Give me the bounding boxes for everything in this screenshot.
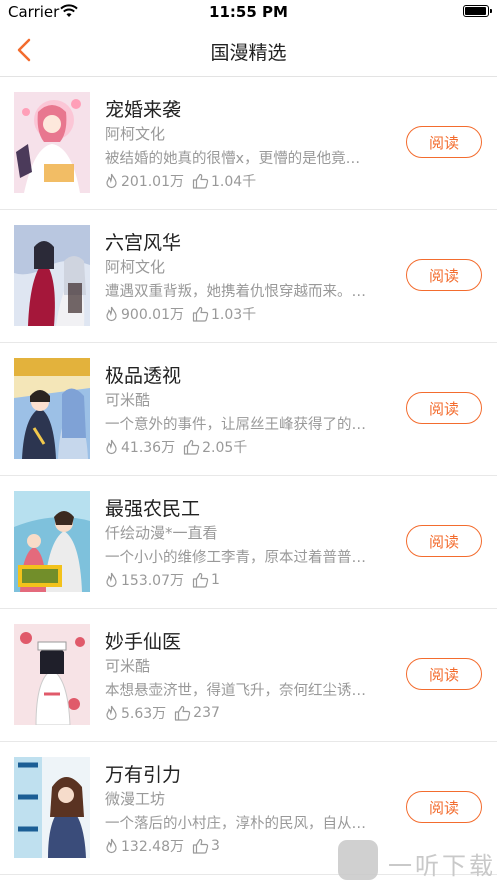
flame-icon bbox=[106, 439, 117, 455]
thumbs-up-icon bbox=[183, 439, 200, 455]
comic-cover[interactable] bbox=[14, 225, 90, 326]
comic-stats: 153.07万 1 bbox=[104, 570, 228, 590]
read-button[interactable]: 阅读 bbox=[406, 791, 482, 823]
comic-author: 可米酷 bbox=[105, 391, 151, 409]
comic-author: 可米酷 bbox=[105, 657, 151, 675]
like-stat: 3 bbox=[192, 838, 220, 854]
like-stat: 1.03千 bbox=[192, 304, 256, 324]
comic-author: 阿柯文化 bbox=[105, 258, 166, 276]
heat-stat: 41.36万 bbox=[104, 437, 175, 457]
list-item[interactable]: 最强农民工 仟绘动漫*一直看 一个小小的维修工李青，原本过着普普… 153.07… bbox=[0, 476, 497, 609]
read-button[interactable]: 阅读 bbox=[406, 259, 482, 291]
watermark: 一听下载 bbox=[336, 838, 496, 883]
comic-cover[interactable] bbox=[14, 624, 90, 725]
navigation-bar: 国漫精选 bbox=[0, 24, 497, 77]
comic-title[interactable]: 六宫风华 bbox=[105, 228, 181, 255]
comic-title[interactable]: 妙手仙医 bbox=[105, 627, 181, 654]
flame-icon bbox=[106, 705, 117, 721]
thumbs-up-icon bbox=[192, 838, 209, 854]
comic-list: 宠婚来袭 阿柯文化 被结婚的她真的很懵x，更懵的是他竟… 201.01万 1.0… bbox=[0, 77, 497, 875]
thumbs-up-icon bbox=[192, 173, 209, 189]
battery-icon bbox=[463, 5, 492, 17]
heat-count: 132.48万 bbox=[121, 839, 184, 855]
flame-icon bbox=[106, 306, 117, 322]
read-button[interactable]: 阅读 bbox=[406, 392, 482, 424]
comic-author: 仟绘动漫*一直看 bbox=[105, 524, 218, 542]
comic-cover[interactable] bbox=[14, 358, 90, 459]
list-item[interactable]: 极品透视 可米酷 一个意外的事件，让屌丝王峰获得了的… 41.36万 2.05千… bbox=[0, 343, 497, 476]
flame-icon bbox=[106, 572, 117, 588]
heat-count: 41.36万 bbox=[121, 440, 176, 456]
heat-count: 900.01万 bbox=[121, 307, 184, 323]
comic-stats: 900.01万 1.03千 bbox=[104, 304, 264, 324]
page-title: 国漫精选 bbox=[210, 42, 287, 64]
like-count: 2.05千 bbox=[202, 440, 248, 456]
read-button[interactable]: 阅读 bbox=[406, 525, 482, 557]
comic-stats: 201.01万 1.04千 bbox=[104, 171, 264, 191]
battery-level bbox=[465, 7, 486, 15]
clock: 11:55 PM bbox=[209, 3, 288, 21]
heat-count: 5.63万 bbox=[121, 706, 167, 722]
heat-stat: 153.07万 bbox=[104, 570, 184, 590]
comic-description: 被结婚的她真的很懵x，更懵的是他竟… bbox=[105, 151, 361, 167]
like-stat: 2.05千 bbox=[183, 437, 247, 457]
heat-stat: 201.01万 bbox=[104, 171, 184, 191]
comic-description: 一个小小的维修工李青，原本过着普普… bbox=[105, 550, 366, 566]
flame-icon bbox=[106, 838, 117, 854]
like-stat: 1.04千 bbox=[192, 171, 256, 191]
comic-cover[interactable] bbox=[14, 757, 90, 858]
heat-count: 153.07万 bbox=[121, 573, 184, 589]
comic-cover[interactable] bbox=[14, 491, 90, 592]
like-count: 237 bbox=[193, 705, 220, 721]
comic-description: 一个意外的事件，让屌丝王峰获得了的… bbox=[105, 417, 366, 433]
status-bar: Carrier 11:55 PM bbox=[0, 0, 497, 24]
like-count: 1.03千 bbox=[211, 307, 257, 323]
comic-cover[interactable] bbox=[14, 92, 90, 193]
comic-author: 阿柯文化 bbox=[105, 125, 166, 143]
list-item[interactable]: 六宫风华 阿柯文化 遭遇双重背叛，她携着仇恨穿越而来。… 900.01万 1.0… bbox=[0, 210, 497, 343]
heat-count: 201.01万 bbox=[121, 174, 184, 190]
thumbs-up-icon bbox=[192, 572, 209, 588]
heat-stat: 5.63万 bbox=[104, 703, 166, 723]
comic-title[interactable]: 极品透视 bbox=[105, 361, 181, 388]
comic-title[interactable]: 最强农民工 bbox=[105, 494, 200, 521]
comic-stats: 41.36万 2.05千 bbox=[104, 437, 255, 457]
list-item[interactable]: 宠婚来袭 阿柯文化 被结婚的她真的很懵x，更懵的是他竟… 201.01万 1.0… bbox=[0, 77, 497, 210]
comic-stats: 5.63万 237 bbox=[104, 703, 228, 723]
like-count: 1.04千 bbox=[211, 174, 257, 190]
flame-icon bbox=[106, 173, 117, 189]
read-button[interactable]: 阅读 bbox=[406, 126, 482, 158]
heat-stat: 900.01万 bbox=[104, 304, 184, 324]
comic-title[interactable]: 万有引力 bbox=[105, 760, 181, 787]
comic-description: 本想悬壶济世，得道飞升，奈何红尘诱… bbox=[105, 683, 366, 699]
thumbs-up-icon bbox=[175, 705, 191, 721]
watermark-text: 一听下载 bbox=[388, 852, 496, 880]
heat-stat: 132.48万 bbox=[104, 836, 184, 856]
comic-description: 一个落后的小村庄，淳朴的民风，自从… bbox=[105, 816, 366, 832]
comic-title[interactable]: 宠婚来袭 bbox=[105, 95, 181, 122]
comic-stats: 132.48万 3 bbox=[104, 836, 228, 856]
like-stat: 237 bbox=[174, 705, 220, 721]
like-stat: 1 bbox=[192, 572, 220, 588]
thumbs-up-icon bbox=[192, 306, 209, 322]
like-count: 1 bbox=[211, 572, 220, 588]
like-count: 3 bbox=[211, 838, 220, 854]
list-item[interactable]: 妙手仙医 可米酷 本想悬壶济世，得道飞升，奈何红尘诱… 5.63万 237 阅读 bbox=[0, 609, 497, 742]
watermark-logo-icon bbox=[338, 840, 378, 880]
comic-description: 遭遇双重背叛，她携着仇恨穿越而来。… bbox=[105, 284, 366, 300]
comic-author: 微漫工坊 bbox=[105, 790, 166, 808]
read-button[interactable]: 阅读 bbox=[406, 658, 482, 690]
